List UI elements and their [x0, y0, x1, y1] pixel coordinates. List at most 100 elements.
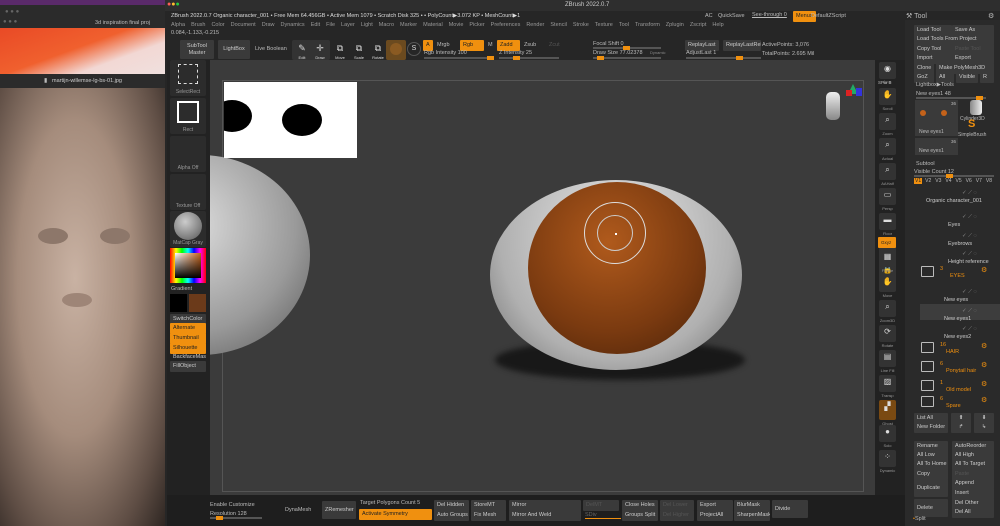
tool-thumb-new-eyes1-b[interactable]: 36 New eyes1 — [915, 138, 958, 155]
menu-zplugin[interactable]: Zplugin — [666, 22, 684, 28]
focal-shift-slider[interactable] — [593, 46, 661, 50]
solo-button[interactable]: ● Solo — [879, 425, 896, 448]
select-rect-button[interactable]: SelectRect — [170, 60, 206, 96]
menu-transform[interactable]: Transform — [635, 22, 660, 28]
gradient-toggle[interactable]: Gradient — [171, 286, 192, 292]
settings-icon[interactable]: ⚙ — [988, 12, 994, 20]
dynamic-button[interactable]: ⁘ Dynamic — [879, 450, 896, 473]
del-higher-button[interactable]: Del Higher — [660, 510, 694, 521]
frame-button[interactable]: ▦ Frame — [879, 250, 896, 273]
zoom3d-button[interactable]: ⌕ Zoom3D — [879, 300, 896, 323]
folder-settings-icon[interactable]: ⚙ — [981, 380, 987, 388]
tool-thumb-cylinder3d[interactable]: Cylinder3D — [960, 100, 998, 122]
menu-marker[interactable]: Marker — [400, 22, 417, 28]
rotate-button[interactable]: ⟳ Rotate — [879, 325, 896, 348]
menu-layer[interactable]: Layer — [341, 22, 355, 28]
dynamic-toggle[interactable]: Dynamic — [650, 50, 666, 55]
zremesher-button[interactable]: ZRemesher — [322, 501, 356, 519]
move-button[interactable]: ✋ Move — [879, 275, 896, 298]
zsub-toggle[interactable]: Zsub — [524, 42, 536, 48]
visibility-icons[interactable]: ✓ ⟋ ◌ — [962, 214, 977, 221]
texture-button[interactable]: Texture Off — [170, 174, 206, 210]
window-controls[interactable]: ●●● — [167, 1, 180, 8]
visibility-icons[interactable]: ✓ ⟋ ◌ — [962, 233, 977, 240]
split-section[interactable]: •Split — [913, 516, 926, 522]
menu-zscript[interactable]: Zscript — [690, 22, 707, 28]
see-through-slider[interactable]: See-through 0 — [752, 12, 787, 18]
subtool-folder-name[interactable]: Spare — [946, 403, 961, 409]
menu-light[interactable]: Light — [361, 22, 373, 28]
visibility-icons[interactable]: ✓ ⟋ ◌ — [962, 326, 977, 333]
actual-button[interactable]: ⌕ Actual — [879, 138, 896, 161]
bpr-button[interactable]: ◉ BPR — [879, 62, 896, 85]
default-zscript-button[interactable]: DefaultZScript — [811, 13, 846, 19]
menu-file[interactable]: File — [326, 22, 335, 28]
subtool-name[interactable]: New eyes2 — [944, 334, 971, 340]
current-tool-slider-track[interactable] — [916, 96, 986, 100]
sharpen-mask-button[interactable]: SharpenMask — [734, 510, 770, 521]
quicksave-button[interactable]: QuickSave — [718, 13, 745, 19]
spix-slider[interactable]: SPix 3 — [878, 80, 891, 85]
subtool-name[interactable]: New eyes — [944, 297, 968, 303]
window-controls[interactable]: ● ● ● — [3, 19, 17, 25]
rotate-button[interactable]: ⧉ Rotate — [368, 40, 388, 60]
lightbox-button[interactable]: LightBox — [218, 40, 250, 59]
menu-material[interactable]: Material — [423, 22, 443, 28]
menu-texture[interactable]: Texture — [595, 22, 613, 28]
visibility-icons[interactable]: ✓ ⟋ ◌ — [962, 190, 977, 197]
tool-thumb-new-eyes1[interactable]: 36 New eyes1 — [915, 100, 958, 136]
move-out-folder-button[interactable]: ↳ — [974, 422, 994, 433]
version-tab-v6[interactable]: V6 — [965, 178, 973, 184]
mrgb-toggle[interactable]: Mrgb — [437, 42, 450, 48]
menu-document[interactable]: Document — [231, 22, 256, 28]
alpha-button[interactable]: Alpha Off — [170, 136, 206, 172]
folder-icon[interactable] — [921, 396, 934, 407]
project-all-button[interactable]: ProjectAll — [697, 510, 733, 521]
lightbox-tools-button[interactable]: Lightbox▶Tools — [916, 82, 954, 88]
folder-icon[interactable] — [921, 342, 934, 353]
m-toggle[interactable]: M — [488, 42, 493, 48]
main-color-swatch[interactable] — [170, 294, 187, 312]
material-sphere-button[interactable] — [386, 40, 406, 60]
folder-icon[interactable] — [921, 380, 934, 391]
dynamesh-button[interactable]: DynaMesh — [285, 507, 311, 513]
mirror-and-weld-button[interactable]: Mirror And Weld — [509, 510, 581, 521]
menu-movie[interactable]: Movie — [449, 22, 464, 28]
edit-button[interactable]: ✎ Edit — [292, 40, 312, 60]
subtool-header[interactable]: Subtool — [916, 161, 935, 167]
visible-count-track[interactable] — [914, 174, 994, 178]
z-intensity-slider[interactable] — [499, 56, 559, 60]
menu-help[interactable]: Help — [712, 22, 723, 28]
subtool-folder-name[interactable]: Old model — [946, 387, 971, 393]
menu-render[interactable]: Render — [526, 22, 544, 28]
gxyz-button[interactable]: Gxyz — [878, 237, 896, 248]
menu-picker[interactable]: Picker — [469, 22, 484, 28]
ac-button[interactable]: AC — [705, 13, 713, 19]
line-fill-button[interactable]: ▤ Line Fill — [879, 350, 896, 373]
menu-macro[interactable]: Macro — [379, 22, 394, 28]
version-tab-v5[interactable]: V5 — [955, 178, 963, 184]
menu-dynamics[interactable]: Dynamics — [281, 22, 305, 28]
navigation-gizmo[interactable] — [822, 84, 862, 126]
zcut-toggle[interactable]: Zcut — [549, 42, 560, 48]
subtool-name[interactable]: Eyebrows — [948, 241, 972, 247]
menu-stencil[interactable]: Stencil — [550, 22, 567, 28]
folder-settings-icon[interactable]: ⚙ — [981, 266, 987, 274]
menu-stroke[interactable]: Stroke — [573, 22, 589, 28]
target-polygons-slider[interactable]: Target Polygons Count 5 — [360, 500, 420, 506]
sdiv-slider[interactable]: SDiv — [585, 512, 621, 519]
viewport-canvas[interactable] — [210, 60, 875, 495]
scale-button[interactable]: ⧉ Scale — [349, 40, 369, 60]
adjust-last-slider[interactable] — [686, 56, 761, 60]
persp-button[interactable]: ▭ Persp — [879, 188, 896, 211]
subtool-name[interactable]: Eyes — [948, 222, 960, 228]
tool-thumb-simplebrush[interactable]: S SimpleBrush — [958, 118, 998, 138]
subtool-folder-name[interactable]: EYES — [950, 273, 965, 279]
folder-settings-icon[interactable]: ⚙ — [981, 361, 987, 369]
fix-mesh-button[interactable]: Fix Mesh — [471, 510, 506, 521]
folder-icon[interactable] — [921, 361, 934, 372]
menu-tool[interactable]: Tool — [619, 22, 629, 28]
subtool-folder-name[interactable]: HAIR — [946, 349, 959, 355]
zoom-button[interactable]: ⌕ Zoom — [879, 113, 896, 136]
version-tab-v8[interactable]: V8 — [985, 178, 993, 184]
